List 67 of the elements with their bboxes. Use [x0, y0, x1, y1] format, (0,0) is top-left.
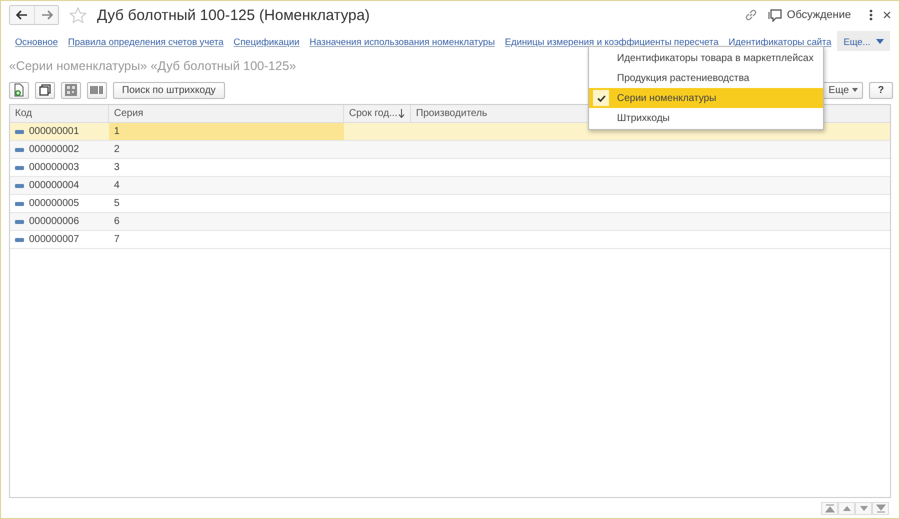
dropdown-arrow-icon [876, 38, 884, 44]
dropdown-arrow-icon [852, 88, 858, 92]
add-document-button[interactable] [9, 82, 29, 98]
item-dash-icon [15, 238, 24, 242]
item-dash-icon [15, 202, 24, 206]
column-header[interactable]: Код [10, 105, 109, 122]
table-cell: 4 [109, 177, 344, 194]
table-cell: 000000002 [10, 141, 109, 158]
more-vertical-icon[interactable] [869, 9, 873, 21]
table-cell: 2 [109, 141, 344, 158]
back-arrow-icon [16, 10, 28, 20]
last-page-button[interactable] [872, 502, 889, 514]
form-subtitle: «Серии номенклатуры» «Дуб болотный 100-125» [9, 58, 296, 75]
table-cell: 000000004 [10, 177, 109, 194]
qr-code-icon [64, 83, 78, 97]
down-icon [858, 504, 868, 512]
tab-link[interactable]: Основное [15, 36, 58, 46]
add-document-icon [12, 83, 26, 97]
first-page-button[interactable] [821, 502, 838, 514]
table-cell: 000000001 [10, 123, 109, 140]
copy-button[interactable] [35, 82, 55, 98]
item-dash-icon [15, 184, 24, 188]
column-header[interactable]: Срок год... [344, 105, 411, 122]
sort-down-icon [398, 109, 405, 118]
tab-link[interactable]: Спецификации [234, 36, 300, 46]
barcode-icon [90, 83, 104, 97]
chat-icon [768, 8, 782, 22]
close-icon[interactable] [883, 11, 891, 19]
table-cell: 000000003 [10, 159, 109, 176]
link-icon[interactable] [744, 8, 758, 22]
table-cell-text: 3 [113, 161, 121, 175]
tab-link[interactable]: Назначения использования номенклатуры [310, 36, 495, 46]
forward-arrow-icon [40, 10, 52, 20]
menu-item[interactable]: Идентификаторы товара в маркетплейсах [589, 48, 823, 68]
table-cell: 000000007 [10, 231, 109, 248]
table-cell: 6 [109, 213, 344, 230]
table-cell-text: 5 [113, 197, 121, 211]
item-dash-icon [15, 220, 24, 224]
next-page-button[interactable] [855, 502, 872, 514]
table-cell: 000000006 [10, 213, 109, 230]
qr-code-button[interactable] [61, 82, 81, 98]
tab-link[interactable]: Правила определения счетов учета [68, 36, 224, 46]
star-icon[interactable] [69, 6, 87, 24]
item-dash-icon [15, 148, 24, 152]
discussion-button[interactable]: Обсуждение [768, 8, 851, 22]
barcode-button[interactable] [87, 82, 107, 98]
item-dash-icon [15, 166, 24, 170]
window-title: Дуб болотный 100-125 (Номенклатура) [97, 6, 370, 24]
table-cell-text: 7 [113, 233, 121, 247]
item-dash-icon [15, 130, 24, 134]
checkmark-icon [596, 94, 606, 102]
first-icon [824, 504, 834, 512]
menu-item[interactable]: Серии номенклатуры [589, 88, 823, 108]
help-button[interactable]: ? [868, 82, 893, 98]
last-icon [876, 504, 886, 512]
table-row[interactable]: 000000007 7 [10, 231, 890, 249]
copy-icon [38, 83, 52, 97]
table-cell: 1 [109, 123, 344, 140]
barcode-search-button[interactable]: Поиск по штрихкоду [113, 82, 225, 98]
more-tab-button[interactable]: Еще... [837, 31, 890, 51]
column-header[interactable]: Серия [109, 105, 344, 122]
tab-link[interactable]: Единицы измерения и коэффициенты пересчета [504, 36, 719, 46]
up-icon [842, 504, 852, 512]
previous-page-button[interactable] [838, 502, 855, 514]
tab-link[interactable]: Идентификаторы сайта [728, 36, 832, 46]
back-button[interactable] [10, 6, 34, 24]
table-cell: 000000005 [10, 195, 109, 212]
